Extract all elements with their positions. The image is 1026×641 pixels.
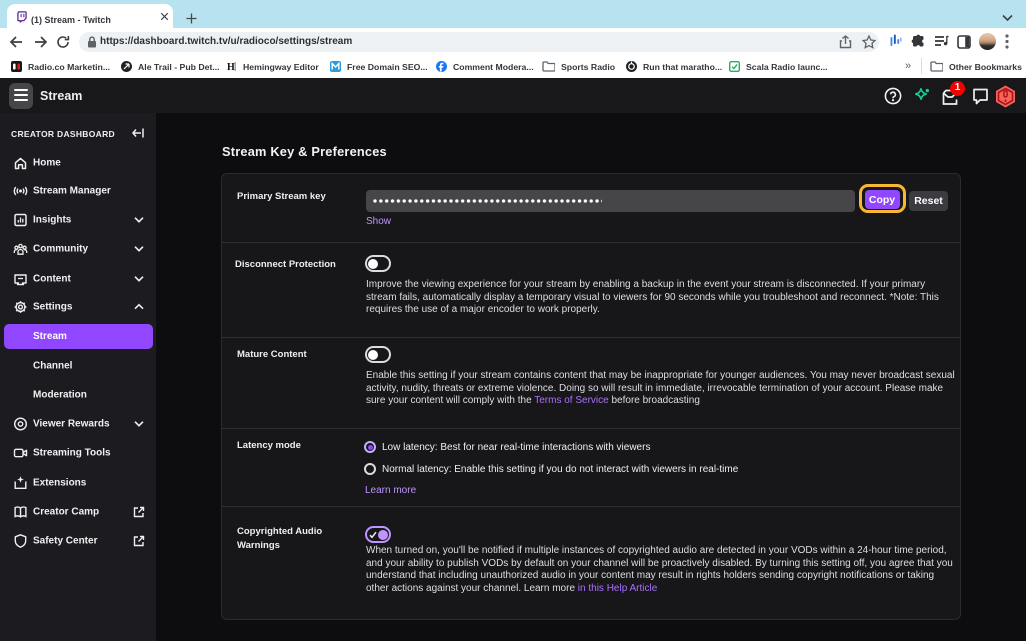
svg-text:H: H (227, 62, 235, 72)
